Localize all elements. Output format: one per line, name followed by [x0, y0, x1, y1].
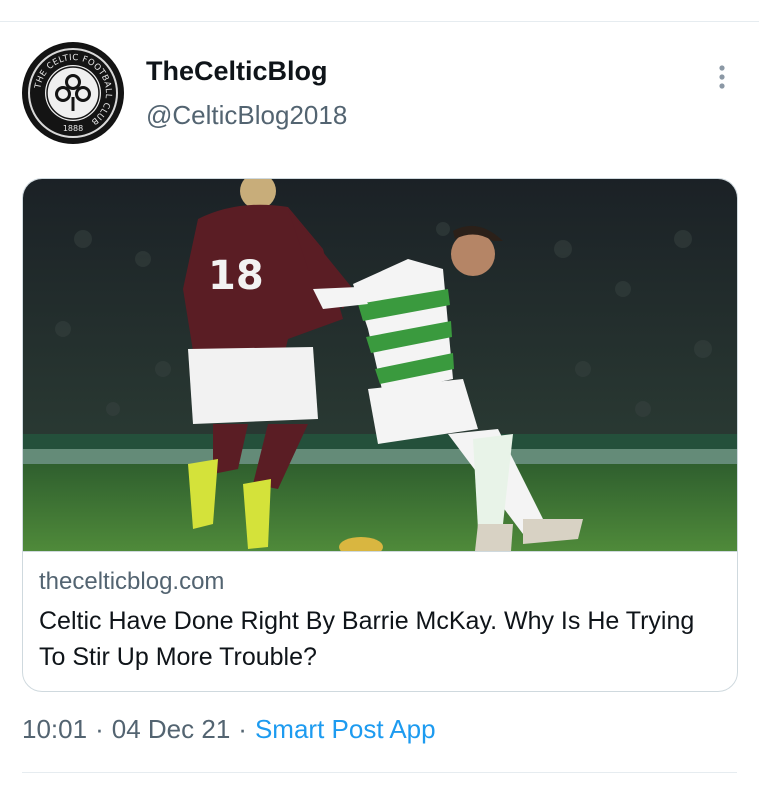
tweet-meta: 10:01 · 04 Dec 21 · Smart Post App: [22, 714, 436, 745]
bottom-divider: [22, 772, 737, 773]
celtic-crest-icon: THE CELTIC FOOTBALL CLUB 1888: [23, 43, 123, 143]
tweet-source-link[interactable]: Smart Post App: [255, 714, 436, 744]
card-body: thecelticblog.com Celtic Have Done Right…: [39, 567, 725, 675]
more-options-icon[interactable]: [707, 62, 737, 92]
card-image[interactable]: 18: [23, 179, 737, 552]
meta-separator: ·: [95, 714, 104, 744]
svg-text:18: 18: [208, 253, 264, 299]
tweet-date[interactable]: 04 Dec 21: [112, 714, 231, 744]
avatar[interactable]: THE CELTIC FOOTBALL CLUB 1888: [22, 42, 124, 144]
football-match-photo: 18: [23, 179, 737, 551]
avatar-year: 1888: [63, 124, 83, 133]
card-title: Celtic Have Done Right By Barrie McKay. …: [39, 607, 695, 671]
meta-separator-2: ·: [238, 714, 247, 744]
tweet: THE CELTIC FOOTBALL CLUB 1888 TheCelticB…: [0, 22, 759, 800]
link-preview-card[interactable]: 18 thecelticblog.com Celtic Have Done Ri…: [22, 178, 738, 692]
author-handle[interactable]: @CelticBlog2018: [146, 100, 347, 131]
author-name[interactable]: TheCelticBlog: [146, 56, 328, 87]
top-divider: [0, 0, 759, 22]
card-domain: thecelticblog.com: [39, 568, 225, 595]
tweet-header: THE CELTIC FOOTBALL CLUB 1888 TheCelticB…: [22, 42, 737, 144]
tweet-time[interactable]: 10:01: [22, 714, 87, 744]
